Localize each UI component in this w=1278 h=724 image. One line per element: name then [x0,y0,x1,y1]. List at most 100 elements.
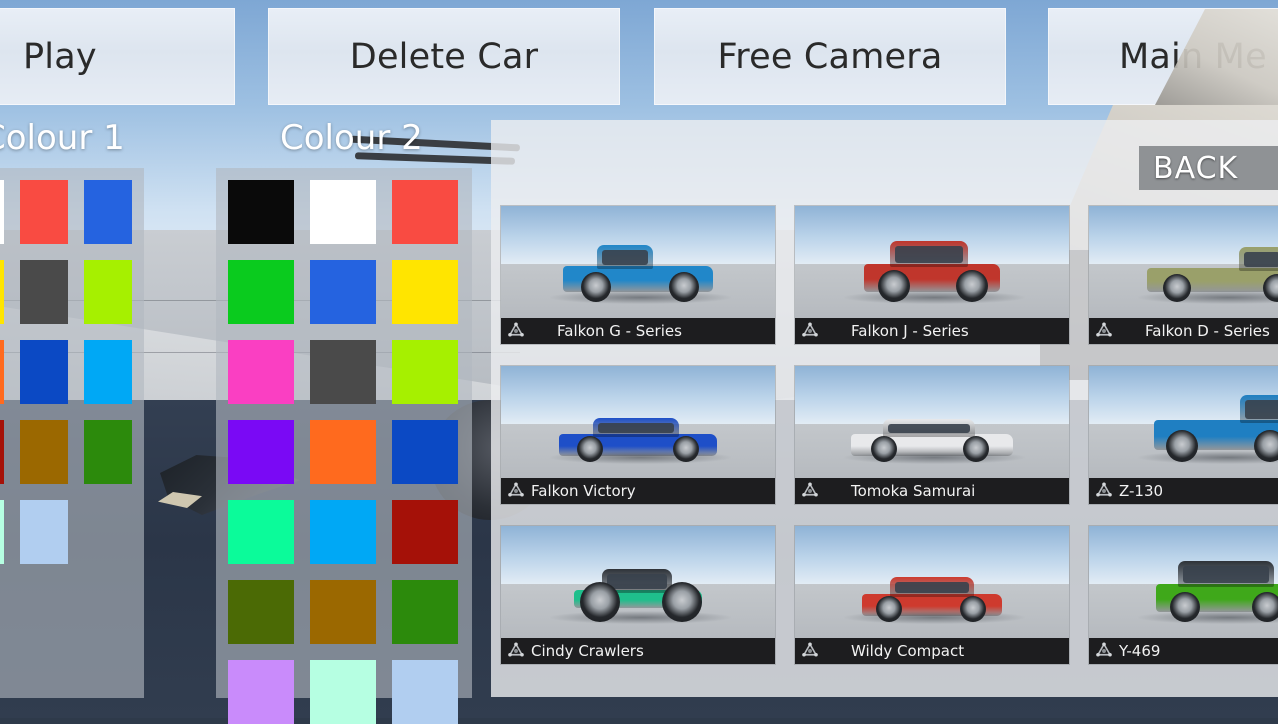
colour-1-swatch-green[interactable] [84,420,132,484]
vehicle-model-icon [1089,642,1119,660]
vehicle-wheel [580,582,620,622]
car-thumbnail [501,206,775,318]
vehicle-wheel [1252,592,1278,622]
colour-2-swatch-purple[interactable] [228,420,294,484]
car-card[interactable]: Falkon J - Series [795,206,1069,344]
vehicle-window [598,423,674,433]
back-button-label: BACK [1153,151,1238,186]
colour-2-swatch-magenta[interactable] [228,340,294,404]
colour-2-swatch-brown[interactable] [310,580,376,644]
vehicle-wheel [878,270,910,302]
car-thumbnail [795,206,1069,318]
vehicle-window [1183,566,1269,583]
vehicle-wheel [577,436,603,462]
colour-1-swatch-panel[interactable] [0,168,144,698]
vehicle-wheel [673,436,699,462]
colour-1-swatch-brown[interactable] [20,420,68,484]
car-card[interactable]: Y-469 [1089,526,1278,664]
car-label-bar: Y-469 [1089,638,1278,664]
car-thumbnail [501,526,775,638]
main-menu-button-label: Main Me [1119,37,1267,77]
colour-2-swatch-strong-blue[interactable] [392,420,458,484]
colour-2-swatch-dark-gray[interactable] [310,340,376,404]
vehicle-wheel [1263,274,1278,302]
car-thumbnail [501,366,775,478]
colour-2-swatch-black[interactable] [228,180,294,244]
car-name: Tomoka Samurai [825,482,975,500]
free-camera-button[interactable]: Free Camera [654,8,1006,105]
top-button-bar: Play Delete Car Free Camera Main Me [0,0,1278,112]
colour-1-swatch-dark-red[interactable] [0,420,4,484]
vehicle-wheel [581,272,611,302]
vehicle-render [851,416,1013,462]
vehicle-window [888,424,970,433]
colour-2-swatch-white[interactable] [310,180,376,244]
vehicle-window [1245,400,1278,419]
colour-2-swatch-spring-green[interactable] [228,500,294,564]
vehicle-wheel [963,436,989,462]
vehicle-model-icon [501,322,531,340]
back-button[interactable]: BACK [1139,146,1278,190]
colour-2-swatch-chartreuse[interactable] [392,340,458,404]
car-card[interactable]: Falkon G - Series [501,206,775,344]
colour-2-swatch-light-blue[interactable] [392,660,458,724]
vehicle-wheel [662,582,702,622]
colour-2-swatch-olive[interactable] [228,580,294,644]
colour-1-swatch-blue[interactable] [84,180,132,244]
vehicle-render [574,566,702,622]
vehicle-wheel [871,436,897,462]
colour-2-swatch-orange[interactable] [310,420,376,484]
car-label-bar: Falkon D - Series [1089,318,1278,344]
colour-2-swatch-panel[interactable] [216,168,472,698]
car-card[interactable]: Tomoka Samurai [795,366,1069,504]
colour-2-swatch-green[interactable] [228,260,294,324]
vehicle-wheel [1254,430,1278,462]
colour-2-swatch-dark-red[interactable] [392,500,458,564]
car-name: Y-469 [1119,642,1160,660]
colour-1-swatch-strong-blue[interactable] [20,340,68,404]
colour-1-swatch-yellow[interactable] [0,260,4,324]
colour-1-swatch-sky-blue[interactable] [84,340,132,404]
car-grid: Falkon G - Series Falkon J - Series Falkon… [501,206,1278,686]
vehicle-render [1156,558,1278,622]
car-card[interactable]: Wildy Compact [795,526,1069,664]
colour-2-swatch-green-2[interactable] [392,580,458,644]
car-card[interactable]: Falkon Victory [501,366,775,504]
car-label-bar: Falkon Victory [501,478,775,504]
vehicle-model-icon [795,482,825,500]
colour-1-swatch-chartreuse[interactable] [84,260,132,324]
colour-2-swatch-blue[interactable] [310,260,376,324]
car-card[interactable]: Z-130 [1089,366,1278,504]
colour-2-swatch-red[interactable] [392,180,458,244]
colour-1-swatch-red[interactable] [20,180,68,244]
colour-1-title: Colour 1 [0,118,125,158]
vehicle-window [602,250,648,265]
main-menu-button[interactable]: Main Me [1048,8,1278,105]
colour-1-swatch-orange[interactable] [0,340,4,404]
colour-2-swatch-aquamarine[interactable] [310,660,376,724]
vehicle-model-icon [501,642,531,660]
colour-1-swatch-light-blue[interactable] [20,500,68,564]
vehicle-model-icon [795,642,825,660]
car-name: Falkon G - Series [531,322,682,340]
colour-2-swatch-violet[interactable] [228,660,294,724]
colour-1-swatch-white[interactable] [0,180,4,244]
car-card[interactable]: Falkon D - Series [1089,206,1278,344]
vehicle-render [563,242,713,302]
colour-1-swatch-aquamarine[interactable] [0,500,4,564]
colour-2-swatch-yellow[interactable] [392,260,458,324]
vehicle-window [1244,252,1278,267]
play-button[interactable]: Play [0,8,235,105]
colour-2-swatch-sky-blue[interactable] [310,500,376,564]
car-thumbnail [795,526,1069,638]
delete-car-button[interactable]: Delete Car [268,8,620,105]
vehicle-wheel [960,596,986,622]
colour-1-swatch-dark-gray[interactable] [20,260,68,324]
car-thumbnail [1089,366,1278,478]
vehicle-wheel [1166,430,1198,462]
play-button-label: Play [23,37,97,77]
car-card[interactable]: Cindy Crawlers [501,526,775,664]
car-label-bar: Wildy Compact [795,638,1069,664]
car-name: Z-130 [1119,482,1163,500]
vehicle-window [607,574,667,589]
